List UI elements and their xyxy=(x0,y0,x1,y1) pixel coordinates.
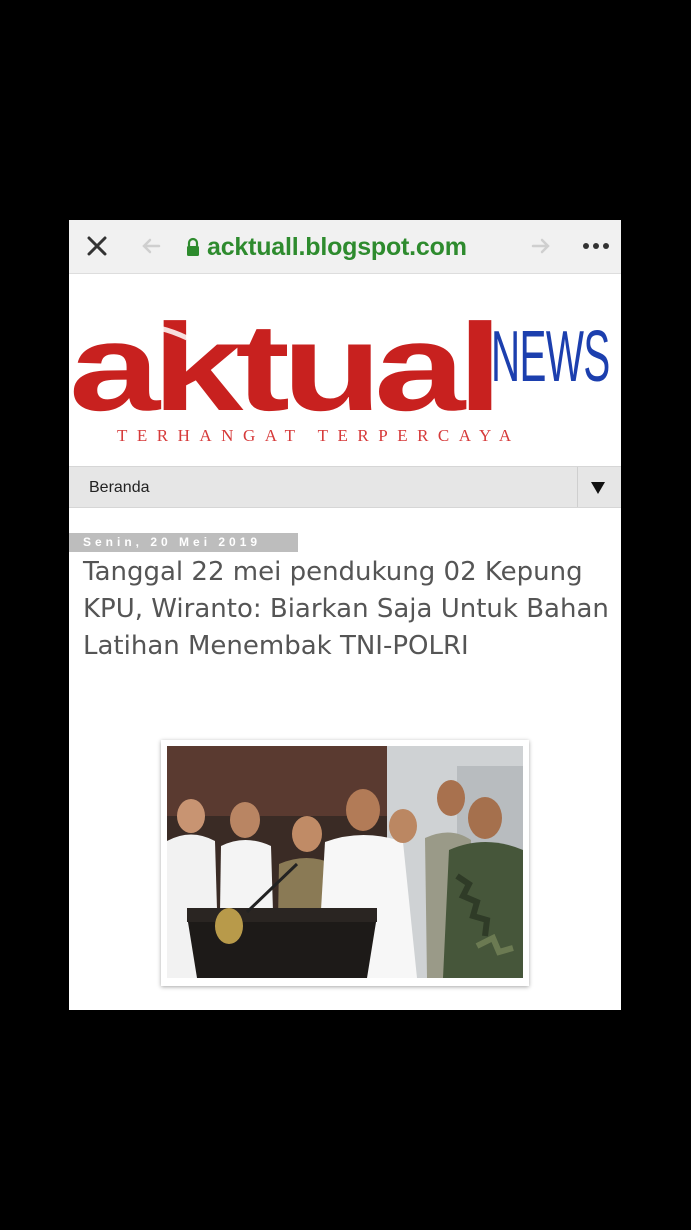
arrow-left-icon[interactable] xyxy=(139,234,163,258)
close-icon[interactable] xyxy=(83,232,111,260)
more-horizontal-icon[interactable] xyxy=(579,234,613,258)
arrow-right-icon[interactable] xyxy=(529,234,553,258)
site-logo[interactable]: aktual xyxy=(69,292,499,432)
triangle-down-icon xyxy=(591,482,605,494)
press-conference-photo[interactable] xyxy=(167,746,523,978)
address-bar[interactable]: acktuall.blogspot.com xyxy=(185,232,467,262)
site-tagline: TERHANGAT TERPERCAYA xyxy=(117,426,521,445)
post-title[interactable]: Tanggal 22 mei pendukung 02 Kepung KPU, … xyxy=(83,554,613,665)
url-text: acktuall.blogspot.com xyxy=(207,232,467,261)
post-image-frame xyxy=(161,740,529,986)
nav-select[interactable]: Beranda xyxy=(69,466,621,508)
phone-screen: acktuall.blogspot.com aktual NEWS TERHAN… xyxy=(69,220,621,1010)
logo-word: aktual xyxy=(69,299,495,432)
nav-divider xyxy=(577,467,578,507)
logo-news: NEWS xyxy=(491,317,610,397)
browser-toolbar: acktuall.blogspot.com xyxy=(69,220,621,274)
post-date: Senin, 20 Mei 2019 xyxy=(69,533,298,552)
site-header[interactable]: aktual NEWS TERHANGAT TERPERCAYA xyxy=(69,274,621,464)
lock-icon xyxy=(187,237,199,256)
nav-selected-label: Beranda xyxy=(89,479,150,496)
